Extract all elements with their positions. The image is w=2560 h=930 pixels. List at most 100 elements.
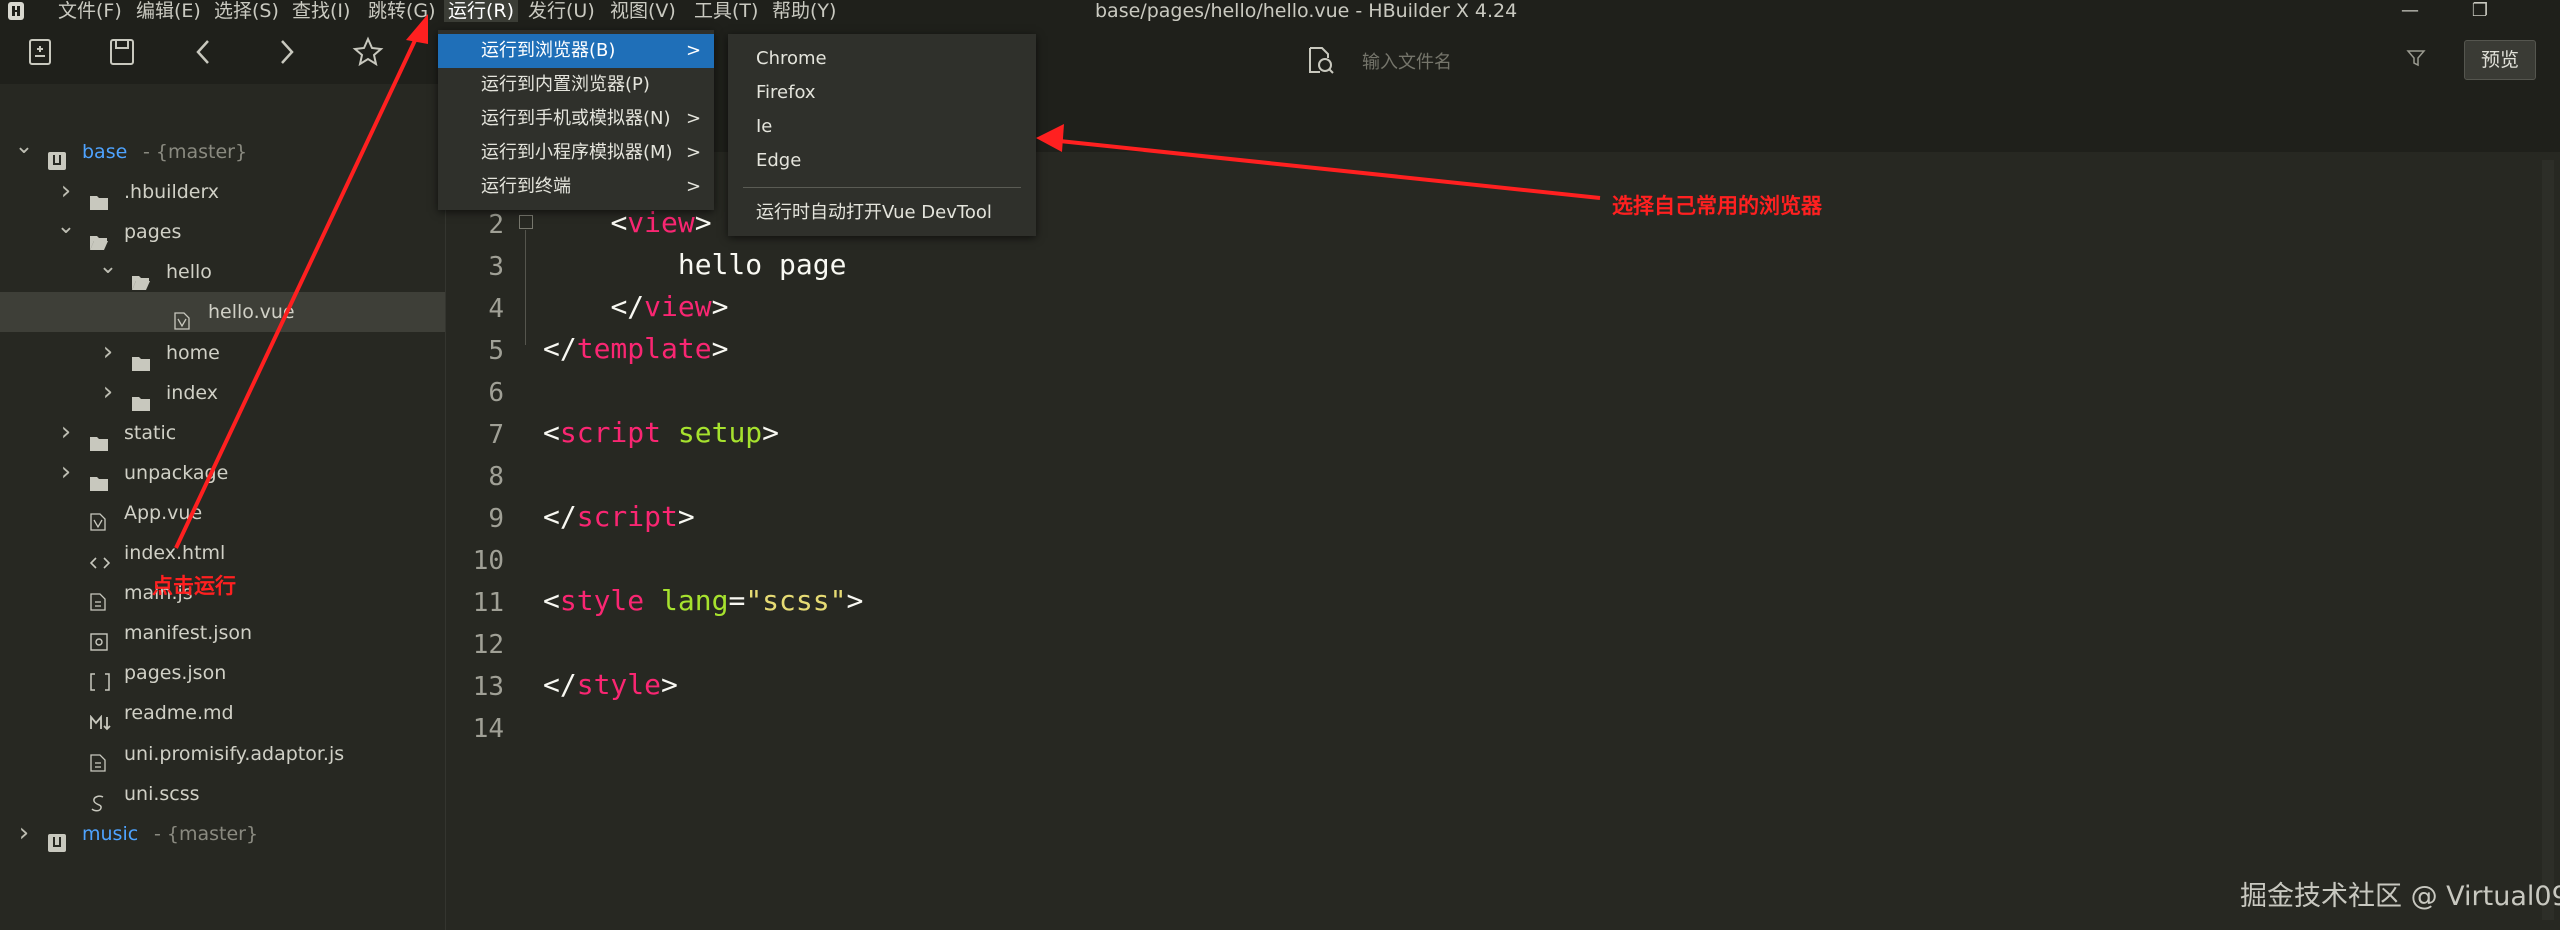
browser-option-label: Chrome <box>756 48 827 69</box>
chevron-right-icon[interactable]: › <box>98 333 118 371</box>
tree-item-base[interactable]: ⌄ base - {master} <box>0 132 445 172</box>
tree-item-app-vue[interactable]: App.vue <box>0 493 445 533</box>
menu-item-2[interactable]: 选择(S) <box>210 0 283 22</box>
tree-item-uni-promisify-adaptor-js[interactable]: uni.promisify.adaptor.js <box>0 734 445 774</box>
tree-item-pages-json[interactable]: pages.json <box>0 653 445 693</box>
run-menu-item-label: 运行到浏览器(B) <box>481 40 616 61</box>
tree-item-static[interactable]: › static <box>0 413 445 453</box>
git-branch-label: - {master} <box>154 823 259 845</box>
project-icon <box>48 144 66 170</box>
watermark: 掘金技术社区 @ Virtual09 <box>2240 881 2560 912</box>
tree-item-label: readme.md <box>124 702 234 724</box>
editor-scrollbar[interactable] <box>2542 160 2554 920</box>
browser-option-label: Firefox <box>756 82 816 103</box>
minimize-icon[interactable]: — <box>2390 0 2430 22</box>
menu-item-3[interactable]: 查找(I) <box>288 0 354 22</box>
tree-item-pages[interactable]: ⌄ pages <box>0 212 445 252</box>
js-file-icon <box>90 585 108 611</box>
tree-item-manifest-json[interactable]: manifest.json <box>0 613 445 653</box>
browser-submenu: Chrome Firefox Ie Edge 运行时自动打开Vue DevTool <box>728 34 1036 236</box>
submenu-arrow-icon: > <box>686 40 702 61</box>
menu-item-1[interactable]: 编辑(E) <box>132 0 205 22</box>
tree-item-home[interactable]: › home <box>0 333 445 373</box>
chevron-right-icon[interactable]: › <box>98 373 118 411</box>
run-menu-item-4[interactable]: 运行到终端 > <box>438 170 714 204</box>
tree-item-index-html[interactable]: index.html <box>0 533 445 573</box>
tree-item-music[interactable]: › music - {master} <box>0 814 445 854</box>
run-menu-item-3[interactable]: 运行到小程序模拟器(M) > <box>438 136 714 170</box>
chevron-right-icon[interactable]: › <box>56 413 76 451</box>
menu-item-8[interactable]: 工具(T) <box>690 0 762 22</box>
code-line-11: <style lang="scss"> <box>543 584 864 617</box>
browser-option-firefox[interactable]: Firefox <box>728 76 1036 110</box>
code-line-7: <script setup> <box>543 416 780 449</box>
menu-item-7[interactable]: 视图(V) <box>606 0 680 22</box>
run-menu-item-label: 运行到终端 <box>481 176 571 197</box>
tree-item-hello[interactable]: ⌄ hello <box>0 252 445 292</box>
run-menu-item-label: 运行到手机或模拟器(N) <box>481 108 671 129</box>
chevron-down-icon[interactable]: ⌄ <box>14 132 34 162</box>
tree-item-unpackage[interactable]: › unpackage <box>0 453 445 493</box>
tree-item-hello-vue[interactable]: hello.vue <box>0 292 445 332</box>
menu-item-0[interactable]: 文件(F) <box>54 0 126 22</box>
back-icon[interactable] <box>188 36 220 68</box>
menu-item-5[interactable]: 运行(R) <box>444 0 519 22</box>
save-icon[interactable] <box>106 36 138 68</box>
run-menu-item-label: 运行到内置浏览器(P) <box>481 74 650 95</box>
run-menu-item-label: 运行到小程序模拟器(M) <box>481 142 673 163</box>
code-line-3: hello page <box>677 248 847 281</box>
filter-icon[interactable] <box>2406 48 2426 72</box>
chevron-right-icon[interactable]: › <box>14 814 34 852</box>
html-file-icon <box>89 545 111 569</box>
preview-button[interactable]: 预览 <box>2464 40 2536 80</box>
tree-item-uni-scss[interactable]: uni.scss <box>0 774 445 814</box>
hbuilder-logo-icon <box>6 1 26 21</box>
line-number: 13 <box>472 672 504 702</box>
forward-icon[interactable] <box>270 36 302 68</box>
browser-option-chrome[interactable]: Chrome <box>728 42 1036 76</box>
run-menu-item-0[interactable]: 运行到浏览器(B) > <box>438 34 714 68</box>
folder-icon <box>90 425 108 451</box>
new-file-icon[interactable] <box>24 36 56 68</box>
star-icon[interactable] <box>352 36 384 68</box>
folder-icon <box>90 465 108 491</box>
run-menu-item-2[interactable]: 运行到手机或模拟器(N) > <box>438 102 714 136</box>
chevron-down-icon[interactable]: ⌄ <box>56 212 76 242</box>
line-number: 11 <box>472 588 504 618</box>
tree-item-hbuilderx[interactable]: › .hbuilderx <box>0 172 445 212</box>
js-file-icon <box>90 746 108 772</box>
tree-item-index[interactable]: › index <box>0 373 445 413</box>
restore-icon[interactable]: ❐ <box>2460 0 2500 22</box>
browser-option-edge[interactable]: Edge <box>728 144 1036 178</box>
vue-file-icon <box>90 505 108 531</box>
menu-bar: 文件(F) 编辑(E) 选择(S) 查找(I) 跳转(G) 运行(R) 发行(U) 视图(V)… <box>0 0 2560 22</box>
menu-item-9[interactable]: 帮助(Y) <box>768 0 840 22</box>
click-run-annotation: 点击运行 <box>152 574 236 598</box>
tree-item-label: uni.scss <box>124 783 200 805</box>
browser-option-label: Ie <box>756 116 773 137</box>
tree-item-label: music <box>82 823 139 845</box>
run-menu-item-1[interactable]: 运行到内置浏览器(P) <box>438 68 714 102</box>
menu-item-4[interactable]: 跳转(G) <box>364 0 440 22</box>
folder-open-icon <box>90 224 108 250</box>
scss-file-icon <box>90 786 108 812</box>
line-number: 9 <box>488 504 504 534</box>
menu-item-6[interactable]: 发行(U) <box>524 0 599 22</box>
browser-option-ie[interactable]: Ie <box>728 110 1036 144</box>
tree-item-readme-md[interactable]: readme.md <box>0 693 445 733</box>
run-menu: 运行到浏览器(B) > 运行到内置浏览器(P) 运行到手机或模拟器(N) > 运行到小程序… <box>438 30 714 210</box>
search-input[interactable]: 输入文件名 <box>1362 48 1452 74</box>
code-line-13: </style> <box>543 668 678 701</box>
chevron-right-icon[interactable]: › <box>56 172 76 210</box>
chevron-right-icon[interactable]: › <box>56 453 76 491</box>
folder-open-icon <box>132 264 150 290</box>
auto-open-vue-devtool-label: 运行时自动打开Vue DevTool <box>756 202 992 223</box>
tree-item-label: unpackage <box>124 462 229 484</box>
auto-open-vue-devtool-option[interactable]: 运行时自动打开Vue DevTool <box>728 196 1036 230</box>
file-search[interactable]: 输入文件名 <box>1300 40 2440 80</box>
submenu-arrow-icon: > <box>686 108 702 129</box>
fold-toggle-icon[interactable] <box>519 215 533 229</box>
tree-item-label: index <box>166 382 218 404</box>
code-line-4: </view> <box>610 290 729 323</box>
chevron-down-icon[interactable]: ⌄ <box>98 252 118 282</box>
